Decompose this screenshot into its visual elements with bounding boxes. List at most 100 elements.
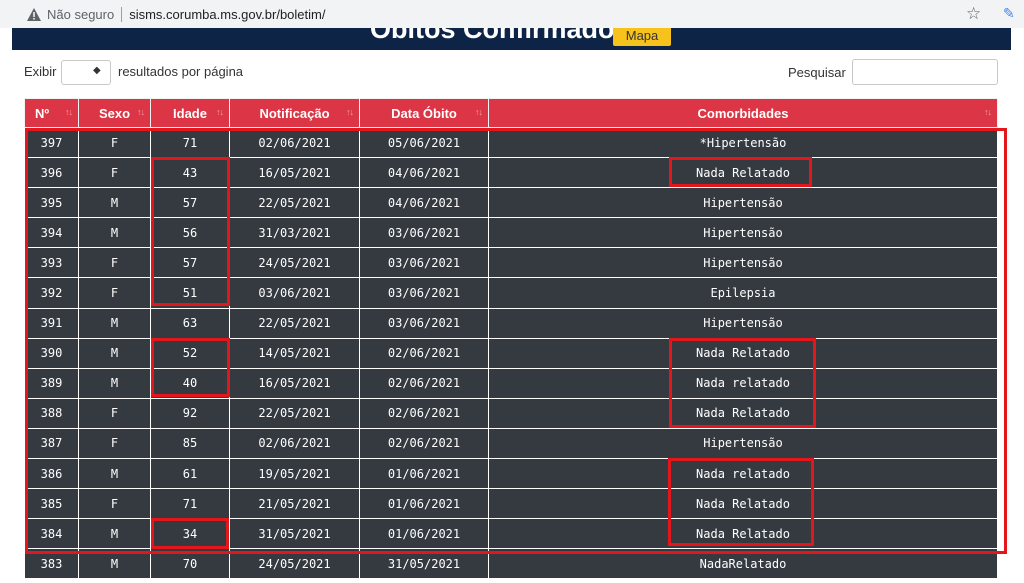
death-date-cell: 03/06/2021 [359, 247, 489, 279]
age-cell: 56 [150, 217, 230, 249]
age-cell: 57 [150, 247, 230, 279]
age-cell: 71 [150, 126, 230, 159]
comorbidity-cell: Hipertensão [488, 187, 998, 219]
age-cell: 51 [150, 277, 230, 309]
number-cell: 395 [24, 187, 79, 219]
sex-cell: F [78, 277, 151, 309]
comorbidity-cell: Hipertensão [488, 427, 998, 460]
age-cell: 85 [150, 427, 230, 460]
age-cell: 40 [150, 367, 230, 399]
sort-icon: ↑↓ [475, 107, 483, 117]
age-cell: 57 [150, 187, 230, 219]
table-row: 390 M 52 14/05/2021 02/06/2021 Nada Relatado [24, 337, 998, 369]
age-cell: 70 [150, 548, 230, 580]
number-cell: 387 [24, 427, 79, 460]
sex-cell: M [78, 337, 151, 369]
comorbidity-cell: Nada Relatado [488, 337, 998, 369]
age-cell: 61 [150, 458, 230, 490]
number-cell: 397 [24, 126, 79, 159]
age-cell: 43 [150, 157, 230, 189]
comorbidity-cell: Nada relatado [488, 367, 998, 399]
map-button[interactable]: Mapa [613, 28, 671, 46]
sort-icon: ↑↓ [137, 107, 145, 117]
notification-cell: 22/05/2021 [229, 307, 360, 339]
table-row: 389 M 40 16/05/2021 02/06/2021 Nada relatado [24, 367, 998, 399]
table-row: 385 F 71 21/05/2021 01/06/2021 Nada Relatado [24, 488, 998, 520]
sex-cell: M [78, 187, 151, 219]
comorbidity-cell: Nada Relatado [488, 518, 998, 550]
table-row: 388 F 92 22/05/2021 02/06/2021 Nada Relatado [24, 397, 998, 429]
address-separator [121, 6, 123, 22]
notification-cell: 24/05/2021 [229, 548, 360, 580]
page-title: Óbitos Confirmados [370, 28, 630, 44]
table-row: 384 M 34 31/05/2021 01/06/2021 Nada Relatado [24, 518, 998, 550]
notification-cell: 24/05/2021 [229, 247, 360, 279]
age-cell: 71 [150, 488, 230, 520]
bookmark-star-icon[interactable]: ☆ [966, 5, 981, 22]
notification-cell: 14/05/2021 [229, 337, 360, 369]
number-cell: 386 [24, 458, 79, 490]
show-label: Exibir [24, 64, 57, 79]
number-cell: 390 [24, 337, 79, 369]
table-body: 397 F 71 02/06/2021 05/06/2021 *Hipertensão 39… [24, 126, 998, 580]
url-text[interactable]: sisms.corumba.ms.gov.br/boletim/ [129, 7, 325, 22]
death-date-cell: 04/06/2021 [359, 157, 489, 189]
age-cell: 52 [150, 337, 230, 369]
browser-address-bar[interactable]: Não seguro sisms.corumba.ms.gov.br/bolet… [0, 0, 1024, 28]
column-header-notification[interactable]: Notificação ↑↓ [229, 98, 360, 128]
death-date-cell: 01/06/2021 [359, 518, 489, 550]
sort-icon: ↑↓ [346, 107, 354, 117]
notification-cell: 31/03/2021 [229, 217, 360, 249]
column-header-sex[interactable]: Sexo ↑↓ [78, 98, 151, 128]
table-row: 395 M 57 22/05/2021 04/06/2021 Hipertensão [24, 187, 998, 219]
per-page-label: resultados por página [118, 64, 244, 79]
notification-cell: 16/05/2021 [229, 157, 360, 189]
comorbidity-cell: *Hipertensão [488, 126, 998, 159]
table-row: 396 F 43 16/05/2021 04/06/2021 Nada Relatado [24, 157, 998, 189]
notification-cell: 03/06/2021 [229, 277, 360, 309]
sex-cell: M [78, 217, 151, 249]
comorbidity-cell: Hipertensão [488, 247, 998, 279]
column-header-number[interactable]: Nº ↑↓ [24, 98, 79, 128]
notification-cell: 31/05/2021 [229, 518, 360, 550]
death-date-cell: 02/06/2021 [359, 397, 489, 429]
notification-cell: 02/06/2021 [229, 427, 360, 460]
death-date-cell: 02/06/2021 [359, 337, 489, 369]
sex-cell: M [78, 548, 151, 580]
notification-cell: 19/05/2021 [229, 458, 360, 490]
search-input[interactable] [852, 59, 998, 85]
number-cell: 393 [24, 247, 79, 279]
table-row: 394 M 56 31/03/2021 03/06/2021 Hipertensão [24, 217, 998, 249]
column-header-comorbidities[interactable]: Comorbidades ↑↓ [488, 98, 998, 128]
comorbidity-cell: Nada Relatado [488, 488, 998, 520]
sex-cell: F [78, 427, 151, 460]
number-cell: 385 [24, 488, 79, 520]
death-date-cell: 02/06/2021 [359, 367, 489, 399]
sex-cell: F [78, 488, 151, 520]
page-size-select[interactable]: ◆ [61, 60, 111, 85]
death-date-cell: 05/06/2021 [359, 126, 489, 159]
death-date-cell: 31/05/2021 [359, 548, 489, 580]
number-cell: 389 [24, 367, 79, 399]
sex-cell: M [78, 458, 151, 490]
column-header-age[interactable]: Idade ↑↓ [150, 98, 230, 128]
notification-cell: 02/06/2021 [229, 126, 360, 159]
notification-cell: 16/05/2021 [229, 367, 360, 399]
column-header-death-date[interactable]: Data Óbito ↑↓ [359, 98, 489, 128]
death-date-cell: 03/06/2021 [359, 307, 489, 339]
number-cell: 384 [24, 518, 79, 550]
death-date-cell: 03/06/2021 [359, 217, 489, 249]
comorbidity-cell: Nada Relatado [488, 397, 998, 429]
number-cell: 392 [24, 277, 79, 309]
sort-icon: ↑↓ [216, 107, 224, 117]
deaths-table: Nº ↑↓ Sexo ↑↓ Idade ↑↓ Notificação ↑↓ Data Ó… [24, 98, 998, 580]
sex-cell: F [78, 397, 151, 429]
notification-cell: 22/05/2021 [229, 187, 360, 219]
comorbidity-cell: Hipertensão [488, 217, 998, 249]
edit-pen-icon[interactable]: ✎ [1003, 6, 1015, 20]
death-date-cell: 04/06/2021 [359, 187, 489, 219]
table-row: 392 F 51 03/06/2021 03/06/2021 Epilepsia [24, 277, 998, 309]
table-header-row: Nº ↑↓ Sexo ↑↓ Idade ↑↓ Notificação ↑↓ Data Ó… [24, 98, 998, 128]
age-cell: 92 [150, 397, 230, 429]
table-row: 393 F 57 24/05/2021 03/06/2021 Hipertensão [24, 247, 998, 279]
